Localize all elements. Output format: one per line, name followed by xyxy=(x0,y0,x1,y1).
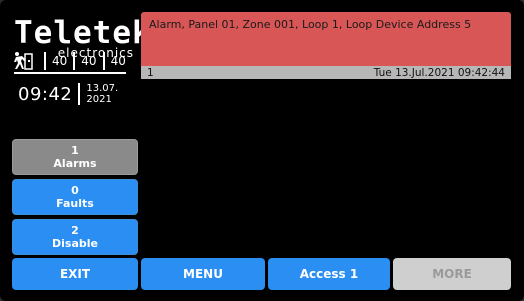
counter-separator xyxy=(102,52,105,70)
counter-c: 40 xyxy=(110,54,126,68)
faults-count: 0 xyxy=(71,184,79,197)
more-button[interactable]: MORE xyxy=(393,258,511,290)
panel-screen: Teletek electronics 40 40 40 09:42 13.07… xyxy=(0,0,524,301)
status-counters: 40 40 40 xyxy=(12,47,132,75)
menu-button[interactable]: MENU xyxy=(141,258,265,290)
alarms-button[interactable]: 1 Alarms xyxy=(12,139,138,175)
counter-a: 40 xyxy=(52,54,68,68)
faults-button[interactable]: 0 Faults xyxy=(12,179,138,215)
clock: 09:42 13.07. 2021 xyxy=(12,76,136,112)
alarm-info-bar: 1 Tue 13.Jul.2021 09:42:44 xyxy=(141,66,511,79)
disable-label: Disable xyxy=(52,237,98,250)
clock-date-year: 2021 xyxy=(86,94,112,105)
clock-date: 13.07. 2021 xyxy=(86,83,118,105)
header-divider xyxy=(14,72,126,74)
faults-label: Faults xyxy=(56,197,94,210)
alarm-message-box[interactable]: Alarm, Panel 01, Zone 001, Loop 1, Loop … xyxy=(141,12,511,66)
clock-time: 09:42 xyxy=(18,83,73,105)
alarm-timestamp: Tue 13.Jul.2021 09:42:44 xyxy=(373,66,505,79)
clock-date-day: 13.07. xyxy=(86,83,119,94)
exit-button[interactable]: EXIT xyxy=(12,258,138,290)
counter-b: 40 xyxy=(81,54,97,68)
counter-separator xyxy=(44,52,46,70)
logo-text: Teletek xyxy=(14,15,152,51)
counter-separator xyxy=(73,52,76,70)
access-level-button[interactable]: Access 1 xyxy=(268,258,390,290)
alarms-label: Alarms xyxy=(53,157,97,170)
alarm-message: Alarm, Panel 01, Zone 001, Loop 1, Loop … xyxy=(149,18,472,31)
clock-separator xyxy=(78,83,81,105)
alarms-count: 1 xyxy=(71,144,79,157)
disable-count: 2 xyxy=(71,224,79,237)
alarm-index: 1 xyxy=(147,66,154,79)
disable-button[interactable]: 2 Disable xyxy=(12,219,138,255)
evacuation-icon xyxy=(14,52,33,70)
